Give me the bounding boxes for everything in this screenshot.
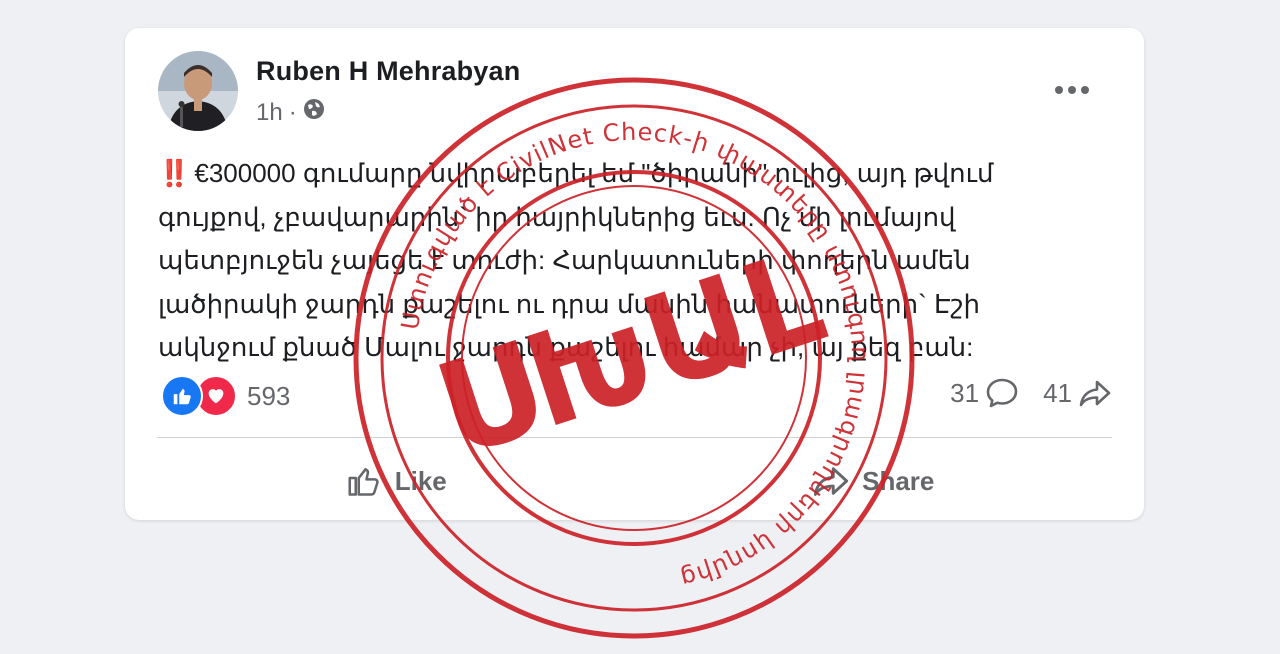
reaction-count: 593 (247, 380, 291, 411)
author-name[interactable]: Ruben H Mehrabyan (256, 56, 520, 87)
globe-icon (303, 98, 325, 127)
double-exclamation-icon: ‼️ (158, 158, 191, 188)
post-line-1: ‼️ €300000 գումարը նվիրաբերել եմ "ծիրանի"… (158, 158, 994, 188)
page: Ruben H Mehrabyan 1h · ‼️ €300000 գումարը… (0, 0, 1280, 654)
post-line-3: պետբյուջեն չայեցե է տուժի: Հարկատուների … (158, 245, 971, 275)
like-button[interactable]: Like (157, 453, 635, 509)
post-time[interactable]: 1h (256, 99, 283, 127)
comments-count[interactable]: 31 (950, 377, 1019, 409)
more-icon (1055, 86, 1089, 94)
engagement-counts: 31 41 (926, 377, 1112, 409)
post-line-5: ակնջում քնած Մալու ջարդն քաշելու համար չ… (158, 332, 974, 362)
like-label: Like (394, 465, 447, 496)
comment-icon (986, 378, 1018, 408)
divider (157, 437, 1112, 438)
avatar[interactable] (158, 51, 238, 131)
more-options-button[interactable] (1052, 78, 1092, 102)
reactions-summary[interactable]: 593 (161, 375, 290, 417)
meta-separator: · (288, 98, 297, 126)
post-text: ‼️ €300000 գումարը նվիրաբերել եմ "ծիրանի"… (158, 152, 1058, 370)
post-line-4: լածիրակի ջարդն քաշելու ու դրա մասին հանա… (158, 288, 981, 319)
share-button[interactable]: Share (635, 453, 1113, 509)
shares-count[interactable]: 41 (1043, 377, 1112, 409)
thumbs-up-icon (348, 468, 379, 496)
like-reaction-icon (161, 375, 203, 417)
post-card: Ruben H Mehrabyan 1h · ‼️ €300000 գումարը… (125, 28, 1144, 520)
share-icon (814, 467, 849, 496)
share-arrow-icon (1079, 380, 1111, 407)
post-line-2: գույքով, չբավարարին` իր հայրիկներից եւս:… (158, 201, 956, 232)
share-label: Share (862, 465, 935, 496)
post-meta: 1h · (256, 98, 325, 127)
action-bar: Like Share (157, 453, 1112, 509)
